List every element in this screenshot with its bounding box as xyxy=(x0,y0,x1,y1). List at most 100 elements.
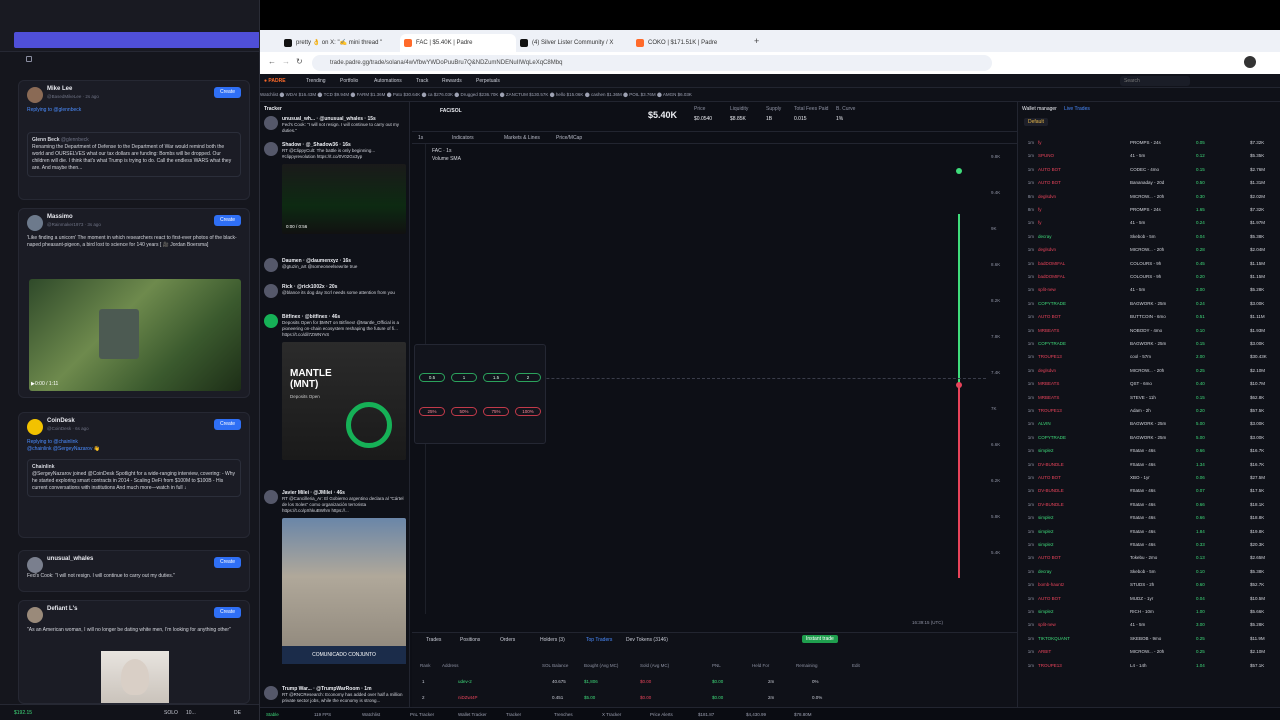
wallet-name[interactable]: AUTO BOT xyxy=(1038,312,1061,321)
reply-to[interactable]: Replying to @chainlink xyxy=(27,439,241,446)
feed-post[interactable]: Defiant L's Create "As an American woman… xyxy=(18,600,250,704)
wallet-name[interactable]: MRBEATS xyxy=(1038,326,1059,335)
wallet-name[interactable]: simple2 xyxy=(1038,446,1054,455)
wallet-name[interactable]: deglsdvn xyxy=(1038,245,1056,254)
status-item[interactable]: Price Alerts xyxy=(650,708,673,720)
nav-rewards[interactable]: Rewards xyxy=(442,74,462,88)
wallet-name[interactable]: simple2 xyxy=(1038,607,1054,616)
quoted-post[interactable]: Chainlink @SergeyNazarov joined @CoinDes… xyxy=(27,459,241,497)
wallet-name[interactable]: MRBEATS xyxy=(1038,379,1059,388)
wallet-name[interactable]: deglsdvn xyxy=(1038,366,1056,375)
quick-order-panel[interactable]: 0.5 1 1.5 2 25% 50% 75% 100% xyxy=(414,344,546,444)
token-name[interactable]: #Satan - 46s xyxy=(1130,446,1156,455)
wallet-name[interactable]: simple2 xyxy=(1038,540,1054,549)
feed-post[interactable]: CoinDesk @CoinDesk · 6s ago Create Reply… xyxy=(18,412,250,538)
tweet-item[interactable]: Trump War... · @TrumpWarRoom · 1m RT @RNC… xyxy=(264,686,406,704)
trade-row[interactable]: 8m deglsdvn MICROW... - 20h 0.30 $2.02M xyxy=(1018,192,1280,201)
wallet-name[interactable]: TROUPE13 xyxy=(1038,406,1062,415)
wallet-name[interactable]: DV-BUNDLE xyxy=(1038,486,1064,495)
token-name[interactable]: L4 - 14h xyxy=(1130,661,1147,670)
default-preset[interactable]: Default xyxy=(1024,118,1048,126)
token-name[interactable]: NOBODY - 4mo xyxy=(1130,326,1162,335)
trade-row[interactable]: 1m deglsdvn MICROW... - 20h 0.28 $2.04M xyxy=(1018,245,1280,254)
feed-post[interactable]: Massimo @Rainmaker1973 · 3s ago Create '… xyxy=(18,208,250,398)
token-name[interactable]: BUTTCOIN - 6mo xyxy=(1130,312,1166,321)
token-name[interactable]: #Satan - 46s xyxy=(1130,500,1156,509)
token-name[interactable]: #Satan - 46s xyxy=(1130,527,1156,536)
wallet-name[interactable]: TIKTOKQUANT xyxy=(1038,634,1070,643)
wallet-name[interactable]: AUTO BOT xyxy=(1038,553,1061,562)
buy-preset[interactable]: 0.5 xyxy=(419,373,445,382)
wallet-name[interactable]: decray xyxy=(1038,232,1052,241)
tab-orders[interactable]: Orders xyxy=(500,637,515,643)
trade-row[interactable]: 1m MRBEATS STEVE - 11h 0.15 $62.8K xyxy=(1018,393,1280,402)
address[interactable]: niDZwt4P xyxy=(458,695,478,700)
trade-row[interactable]: 1m TROUPE13 L4 - 14h 1.04 $57.1K xyxy=(1018,661,1280,670)
browser-tab[interactable]: (4) Silver Lister Community / X xyxy=(516,34,632,52)
trade-row[interactable]: 1m DV-BUNDLE #Satan - 46s 1.34 $16.7K xyxy=(1018,460,1280,469)
token-pair[interactable]: FAC/SOL xyxy=(440,108,462,114)
trade-row[interactable]: 1m COPYTRADE BAGWORK - 25m 0.24 $3.00K xyxy=(1018,299,1280,308)
nav-perpetuals[interactable]: Perpetuals xyxy=(476,74,500,88)
token-name[interactable]: MICROW... - 20h xyxy=(1130,245,1164,254)
tab-top-traders[interactable]: Top Traders xyxy=(586,637,612,643)
url-input[interactable]: trade.padre.gg/trade/solana/4wVfbwYWDoPu… xyxy=(312,55,992,71)
markets-lines-button[interactable]: Markets & Lines xyxy=(504,132,540,144)
trade-row[interactable]: 1m simple2 RICH - 10m 1.00 $5.66K xyxy=(1018,607,1280,616)
trade-row[interactable]: 1m SPUNO 41 - 5m 0.12 $5.35K xyxy=(1018,151,1280,160)
reload-icon[interactable]: ↻ xyxy=(296,57,303,66)
nav-portfolio[interactable]: Portfolio xyxy=(340,74,358,88)
nav-automations[interactable]: Automations xyxy=(374,74,402,88)
tab-positions[interactable]: Positions xyxy=(460,637,480,643)
trade-row[interactable]: 1m TROUPE13 cool - 57m 2.00 $30.43K xyxy=(1018,352,1280,361)
wallet-name[interactable]: fy xyxy=(1038,205,1042,214)
token-name[interactable]: RICH - 10m xyxy=(1130,607,1154,616)
tab-holders[interactable]: Holders (3) xyxy=(540,637,565,643)
wallet-name[interactable]: TROUPE13 xyxy=(1038,661,1062,670)
wallet-name[interactable]: decray xyxy=(1038,567,1052,576)
token-name[interactable]: BAGWORK - 25m xyxy=(1130,419,1166,428)
wallet-name[interactable]: split-new xyxy=(1038,620,1056,629)
token-name[interactable]: Bananaday - 20d xyxy=(1130,178,1164,187)
back-icon[interactable]: ← xyxy=(268,57,276,66)
trade-row[interactable]: 1m badDOMIFAL COLOURS - 9h 0.20 $1.15M xyxy=(1018,272,1280,281)
tweet-item[interactable]: Javier Milei · @JMilei · 46s RT @Cancille… xyxy=(264,490,406,664)
token-name[interactable]: Adam - 2h xyxy=(1130,406,1151,415)
token-name[interactable]: 41 - 5m xyxy=(1130,620,1145,629)
wallet-name[interactable]: ARBIT xyxy=(1038,647,1051,656)
wallet-name[interactable]: DV-BUNDLE xyxy=(1038,500,1064,509)
indicators-button[interactable]: Indicators xyxy=(452,132,474,144)
create-button[interactable]: Create xyxy=(213,87,241,98)
play-icon[interactable]: ▶ xyxy=(31,381,35,388)
trade-row[interactable]: 1m ALVIN BAGWORK - 25m 5.00 $3.00K xyxy=(1018,419,1280,428)
trade-row[interactable]: 1m ARBIT MICROW... - 20h 0.25 $2.10M xyxy=(1018,647,1280,656)
language[interactable]: DE xyxy=(234,705,241,720)
wallet-name[interactable]: COPYTRADE xyxy=(1038,339,1066,348)
token-name[interactable]: QST - 6mo xyxy=(1130,379,1152,388)
token-name[interactable]: 41 - 5m xyxy=(1130,218,1145,227)
instant-trade-button[interactable]: Instant trade xyxy=(802,635,838,643)
reply-to[interactable]: Replying to @glennbeck xyxy=(27,107,241,114)
token-name[interactable]: COLOURS - 9h xyxy=(1130,272,1161,281)
tab-trades[interactable]: Trades xyxy=(426,637,441,643)
live-trades-tab[interactable]: Live Trades xyxy=(1064,106,1090,112)
trade-row[interactable]: 1m simple2 #Satan - 46s 1.84 $19.8K xyxy=(1018,527,1280,536)
forward-icon[interactable]: → xyxy=(282,57,290,66)
nav-track[interactable]: Track xyxy=(416,74,428,88)
create-button[interactable]: Create xyxy=(213,607,241,618)
browser-tab[interactable]: FAC | $5.40K | Padre xyxy=(400,34,516,52)
quoted-post[interactable]: Glenn Beck @glennbeck Renaming the Depar… xyxy=(27,132,241,177)
tab-dev-tokens[interactable]: Dev Tokens (3146) xyxy=(626,637,668,643)
wallet-name[interactable]: simple2 xyxy=(1038,513,1054,522)
token-name[interactable]: CODEC - 4mo xyxy=(1130,165,1159,174)
token-name[interactable]: #Satan - 46s xyxy=(1130,460,1156,469)
buy-preset[interactable]: 1 xyxy=(451,373,477,382)
mention[interactable]: @chainlink @SergeyNazarov 👋 xyxy=(27,446,241,453)
wallet-name[interactable]: DV-BUNDLE xyxy=(1038,460,1064,469)
token-name[interactable]: 41 - 5m xyxy=(1130,285,1145,294)
status-item[interactable]: PnL Tracker xyxy=(410,708,434,720)
sell-preset[interactable]: 50% xyxy=(451,407,477,416)
token-name[interactable]: STEVE - 11h xyxy=(1130,393,1156,402)
watchlist-ticker[interactable]: Watchlist ⬤ WDAI $16.43M ⬤ TCD $9.94M ⬤ … xyxy=(260,88,1280,102)
token-name[interactable]: Skebob - 5m xyxy=(1130,567,1156,576)
